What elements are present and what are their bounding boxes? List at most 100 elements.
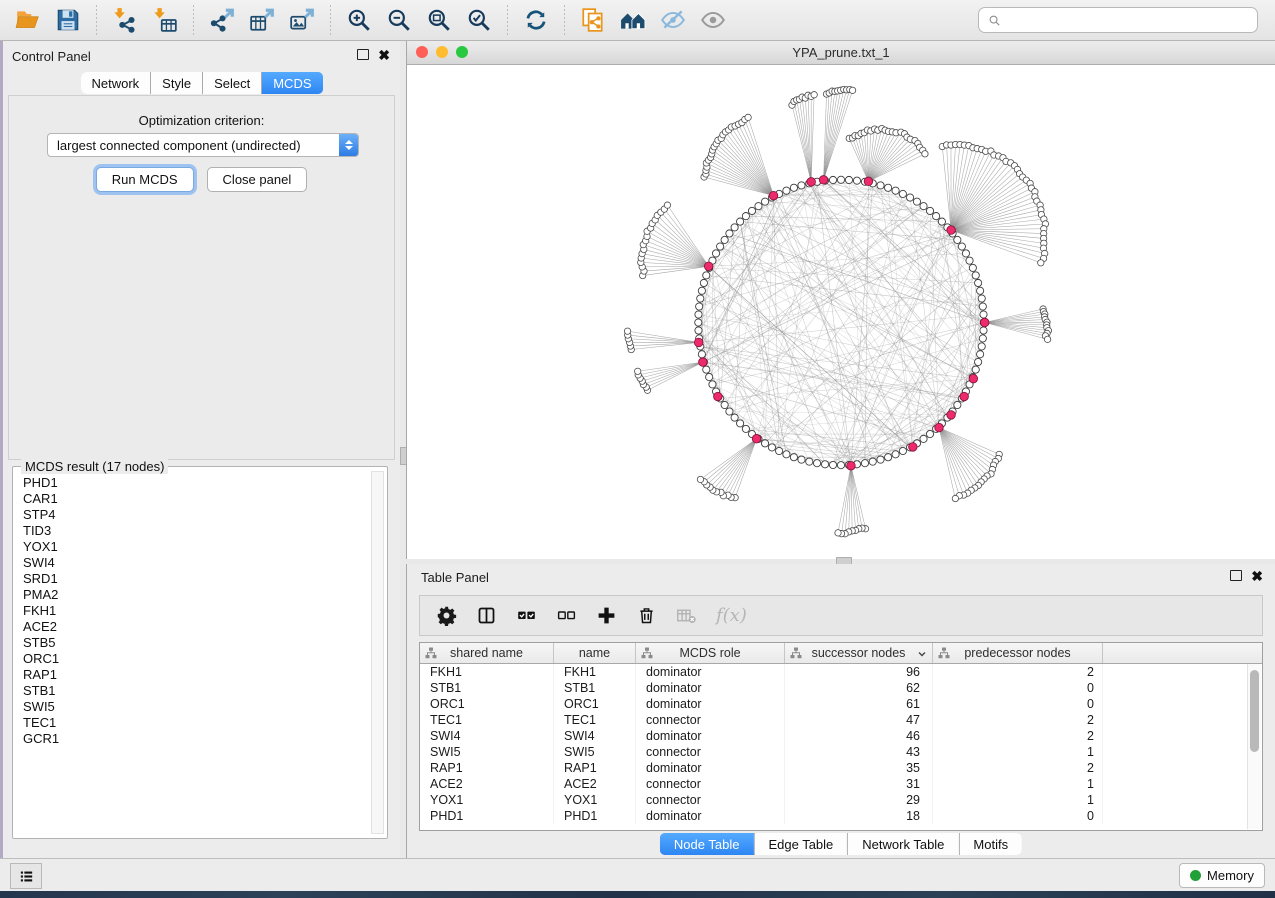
import-network-button[interactable]: [108, 4, 142, 36]
table-cell[interactable]: RAP1: [554, 760, 636, 776]
float-table-panel-icon[interactable]: [1230, 570, 1242, 581]
table-cell[interactable]: 2: [933, 712, 1103, 728]
add-column-button[interactable]: [596, 605, 617, 626]
table-cell[interactable]: dominator: [636, 680, 785, 696]
refresh-layout-button[interactable]: [519, 4, 553, 36]
table-scrollbar[interactable]: [1247, 664, 1261, 829]
table-row[interactable]: RAP1RAP1dominator352: [420, 760, 1262, 776]
table-cell[interactable]: 61: [785, 696, 933, 712]
zoom-selected-button[interactable]: [462, 4, 496, 36]
table-row[interactable]: SWI4SWI4dominator462: [420, 728, 1262, 744]
mcds-result-item[interactable]: STB5: [23, 635, 371, 651]
table-cell[interactable]: STB1: [420, 680, 554, 696]
run-mcds-button[interactable]: Run MCDS: [96, 167, 194, 192]
column-header-MCDS-role[interactable]: MCDS role: [636, 643, 785, 663]
table-cell[interactable]: 0: [933, 680, 1103, 696]
delete-button[interactable]: [636, 605, 657, 626]
table-cell[interactable]: 1: [933, 744, 1103, 760]
export-image-button[interactable]: [285, 4, 319, 36]
export-table-button[interactable]: [245, 4, 279, 36]
table-cell[interactable]: SWI5: [420, 744, 554, 760]
table-cell[interactable]: 0: [933, 808, 1103, 824]
mcds-result-item[interactable]: PHD1: [23, 475, 371, 491]
table-cell[interactable]: 29: [785, 792, 933, 808]
table-cell[interactable]: dominator: [636, 696, 785, 712]
table-row[interactable]: FKH1FKH1dominator962: [420, 664, 1262, 680]
table-cell[interactable]: SWI4: [420, 728, 554, 744]
table-cell[interactable]: 31: [785, 776, 933, 792]
table-cell[interactable]: ACE2: [420, 776, 554, 792]
table-cell[interactable]: ORC1: [554, 696, 636, 712]
table-row[interactable]: SWI5SWI5connector431: [420, 744, 1262, 760]
mcds-result-item[interactable]: ORC1: [23, 651, 371, 667]
table-cell[interactable]: PHD1: [554, 808, 636, 824]
column-header-name[interactable]: name: [554, 643, 636, 663]
table-cell[interactable]: SWI4: [554, 728, 636, 744]
column-header-successor-nodes[interactable]: successor nodes: [785, 643, 933, 663]
mcds-result-item[interactable]: FKH1: [23, 603, 371, 619]
table-cell[interactable]: dominator: [636, 664, 785, 680]
table-cell[interactable]: RAP1: [420, 760, 554, 776]
table-cell[interactable]: FKH1: [554, 664, 636, 680]
table-cell[interactable]: connector: [636, 776, 785, 792]
table-cell[interactable]: STB1: [554, 680, 636, 696]
table-cell[interactable]: 62: [785, 680, 933, 696]
tab-motifs[interactable]: Motifs: [959, 833, 1022, 855]
network-graph[interactable]: [407, 65, 1275, 560]
table-cell[interactable]: 0: [933, 696, 1103, 712]
close-table-panel-icon[interactable]: ✖: [1251, 571, 1263, 581]
table-cell[interactable]: 96: [785, 664, 933, 680]
mcds-result-item[interactable]: PMA2: [23, 587, 371, 603]
save-session-button[interactable]: [51, 4, 85, 36]
table-cell[interactable]: connector: [636, 744, 785, 760]
import-table-button[interactable]: [148, 4, 182, 36]
mcds-result-item[interactable]: SRD1: [23, 571, 371, 587]
criterion-dropdown[interactable]: largest connected component (undirected): [47, 133, 359, 157]
tab-style[interactable]: Style: [151, 72, 203, 94]
mcds-list-scrollbar[interactable]: [371, 471, 384, 834]
table-cell[interactable]: TEC1: [420, 712, 554, 728]
mcds-result-item[interactable]: TID3: [23, 523, 371, 539]
table-row[interactable]: TEC1TEC1connector472: [420, 712, 1262, 728]
tab-mcds[interactable]: MCDS: [262, 72, 322, 94]
mcds-result-item[interactable]: SWI5: [23, 699, 371, 715]
tab-network[interactable]: Network: [80, 72, 151, 94]
network-canvas[interactable]: [407, 65, 1275, 560]
memory-button[interactable]: Memory: [1179, 863, 1265, 888]
minimize-window-icon[interactable]: [436, 46, 448, 58]
table-cell[interactable]: PHD1: [420, 808, 554, 824]
table-cell[interactable]: 46: [785, 728, 933, 744]
task-history-button[interactable]: [10, 863, 42, 889]
mcds-result-item[interactable]: ACE2: [23, 619, 371, 635]
zoom-fit-button[interactable]: [422, 4, 456, 36]
table-cell[interactable]: FKH1: [420, 664, 554, 680]
table-row[interactable]: PHD1PHD1dominator180: [420, 808, 1262, 824]
show-all-button[interactable]: [696, 4, 730, 36]
table-cell[interactable]: 43: [785, 744, 933, 760]
table-cell[interactable]: connector: [636, 792, 785, 808]
mcds-result-item[interactable]: RAP1: [23, 667, 371, 683]
table-cell[interactable]: 2: [933, 760, 1103, 776]
mcds-result-item[interactable]: TEC1: [23, 715, 371, 731]
table-cell[interactable]: 35: [785, 760, 933, 776]
mcds-result-item[interactable]: CAR1: [23, 491, 371, 507]
table-cell[interactable]: 18: [785, 808, 933, 824]
close-window-icon[interactable]: [416, 46, 428, 58]
search-field[interactable]: [978, 7, 1258, 33]
tab-node-table[interactable]: Node Table: [660, 833, 755, 855]
select-all-rows-button[interactable]: [516, 605, 537, 626]
table-cell[interactable]: connector: [636, 712, 785, 728]
deselect-all-rows-button[interactable]: [556, 605, 577, 626]
float-panel-icon[interactable]: [357, 49, 369, 60]
show-columns-button[interactable]: [476, 605, 497, 626]
table-cell[interactable]: 1: [933, 792, 1103, 808]
table-cell[interactable]: ORC1: [420, 696, 554, 712]
table-row[interactable]: YOX1YOX1connector291: [420, 792, 1262, 808]
close-panel-button[interactable]: Close panel: [207, 167, 308, 192]
zoom-out-button[interactable]: [382, 4, 416, 36]
table-cell[interactable]: YOX1: [420, 792, 554, 808]
table-row[interactable]: ACE2ACE2connector311: [420, 776, 1262, 792]
mcds-result-item[interactable]: STP4: [23, 507, 371, 523]
table-cell[interactable]: 2: [933, 664, 1103, 680]
table-cell[interactable]: dominator: [636, 728, 785, 744]
